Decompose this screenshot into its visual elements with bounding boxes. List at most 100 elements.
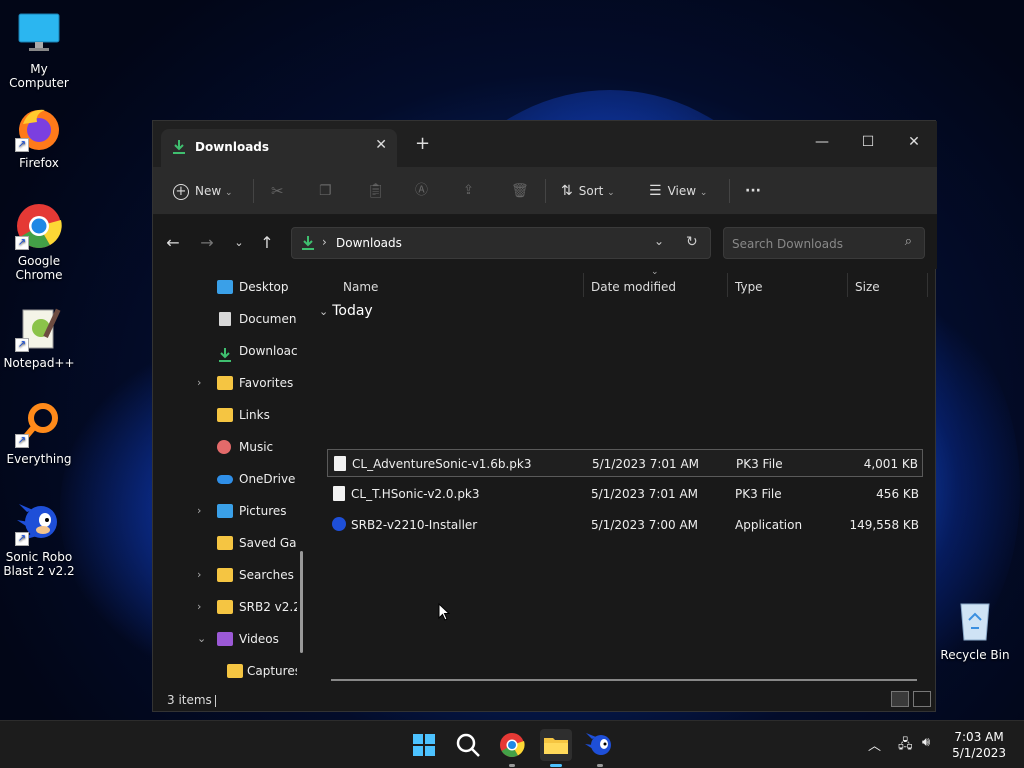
desktop-icon-label: Sonic Robo Blast 2 v2.2 <box>3 550 75 578</box>
view-button[interactable]: ☰ View ⌄ <box>649 179 707 203</box>
clock[interactable]: 7:03 AM 5/1/2023 <box>952 729 1006 761</box>
sidebar-item-label: Pictures <box>239 504 287 518</box>
view-icon: ☰ <box>649 183 662 199</box>
chrome-icon: ↗ <box>15 202 63 250</box>
desktop-icon-label: Recycle Bin <box>940 648 1010 662</box>
download-icon <box>217 344 233 362</box>
desktop-icon-everything[interactable]: ↗ Everything <box>0 400 78 466</box>
address-bar[interactable]: › Downloads ⌄ ↻ <box>291 227 711 259</box>
sidebar-item-label: Music <box>239 440 274 454</box>
clock-time: 7:03 AM <box>954 730 1004 744</box>
details-view-icon[interactable] <box>891 691 909 707</box>
table-row[interactable]: CL_T.HSonic-v2.0.pk3 5/1/2023 7:01 AM PK… <box>327 480 923 508</box>
sidebar-item-desktop[interactable]: Desktop <box>153 273 303 301</box>
firefox-icon: ↗ <box>15 104 63 152</box>
view-label: View <box>667 184 697 198</box>
sonic-icon <box>332 517 346 531</box>
chevron-right-icon[interactable]: › <box>197 561 201 589</box>
search-input[interactable] <box>732 234 892 254</box>
folder-icon <box>217 376 233 390</box>
horizontal-scrollbar[interactable] <box>331 679 917 681</box>
column-header-date[interactable]: Date modified <box>591 273 676 301</box>
tab-downloads[interactable]: Downloads ✕ <box>161 129 397 167</box>
chevron-right-icon[interactable]: › <box>197 369 201 397</box>
rename-icon[interactable]: Ⓐ <box>415 179 428 203</box>
desktop-icon-srb2[interactable]: ↗ Sonic Robo Blast 2 v2.2 <box>0 498 78 578</box>
back-arrow-icon[interactable]: ← <box>163 233 183 253</box>
desktop-icon-firefox[interactable]: ↗ Firefox <box>0 104 78 170</box>
sidebar-item-links[interactable]: Links <box>153 401 303 429</box>
desktop-icon-recycle-bin[interactable]: Recycle Bin <box>936 596 1014 662</box>
more-options-icon[interactable]: ··· <box>745 179 761 203</box>
chevron-right-icon[interactable]: › <box>197 497 201 525</box>
sort-icon: ⇅ <box>561 183 573 199</box>
tiles-view-icon[interactable] <box>913 691 931 707</box>
sidebar-item-documents[interactable]: Documen <box>153 305 303 333</box>
sidebar-item-videos[interactable]: ⌄ Videos <box>153 625 303 653</box>
picture-icon <box>217 504 233 518</box>
desktop-icon-label: Everything <box>6 452 72 466</box>
desktop-icon-chrome[interactable]: ↗ Google Chrome <box>0 202 78 282</box>
column-header-size[interactable]: Size <box>855 273 880 301</box>
column-divider[interactable] <box>927 273 928 297</box>
table-row[interactable]: SRB2-v2210-Installer 5/1/2023 7:00 AM Ap… <box>327 511 923 539</box>
chevron-down-icon[interactable]: ⌄ <box>197 625 206 653</box>
sidebar-item-onedrive[interactable]: OneDrive <box>153 465 303 493</box>
breadcrumb[interactable]: Downloads <box>336 236 402 250</box>
file-size: 456 KB <box>876 487 919 501</box>
search-button[interactable] <box>452 729 484 761</box>
refresh-icon[interactable]: ↻ <box>686 234 698 250</box>
new-tab-icon[interactable]: + <box>415 133 430 154</box>
close-window-icon[interactable]: ✕ <box>891 127 937 157</box>
folder-icon <box>217 568 233 582</box>
sort-label: Sort <box>578 184 604 198</box>
taskbar-chrome[interactable] <box>496 729 528 767</box>
notepad-plus-plus-icon: ↗ <box>15 304 63 352</box>
volume-icon[interactable]: 🔊︎ <box>922 735 930 750</box>
group-header[interactable]: ⌄ Today <box>319 303 373 319</box>
up-arrow-icon[interactable]: ↑ <box>257 233 277 253</box>
sidebar-item-captures[interactable]: Captures <box>153 657 303 685</box>
desktop-icon-notepadpp[interactable]: ↗ Notepad++ <box>0 304 78 370</box>
share-icon[interactable]: ⇪ <box>463 179 474 203</box>
chevron-down-icon[interactable]: ⌄ <box>654 234 664 248</box>
minimize-icon[interactable]: — <box>799 127 845 157</box>
recent-chevron-icon[interactable]: ⌄ <box>229 233 249 253</box>
sidebar-item-pictures[interactable]: › Pictures <box>153 497 303 525</box>
sort-button[interactable]: ⇅ Sort ⌄ <box>561 179 615 203</box>
sidebar-item-downloads[interactable]: Downloac <box>153 337 303 365</box>
start-button[interactable] <box>408 729 440 761</box>
shortcut-arrow-icon: ↗ <box>15 236 29 250</box>
chevron-right-icon[interactable]: › <box>197 593 201 621</box>
column-header-type[interactable]: Type <box>735 273 763 301</box>
taskbar-srb2[interactable] <box>584 729 616 767</box>
forward-arrow-icon[interactable]: → <box>197 233 217 253</box>
network-icon[interactable]: 🖧︎ <box>898 735 913 757</box>
status-bar: 3 items <box>153 687 937 713</box>
taskbar-file-explorer[interactable] <box>540 729 572 767</box>
sidebar-item-favorites[interactable]: › Favorites <box>153 369 303 397</box>
desktop-icon-my-computer[interactable]: My Computer <box>0 10 78 90</box>
sidebar-item-srb2[interactable]: › SRB2 v2.2 <box>153 593 303 621</box>
table-row[interactable]: CL_AdventureSonic-v1.6b.pk3 5/1/2023 7:0… <box>327 449 923 477</box>
sidebar-scrollbar[interactable] <box>300 551 303 653</box>
column-divider[interactable] <box>727 273 728 297</box>
copy-icon[interactable]: ❐ <box>319 179 332 203</box>
new-button[interactable]: + New ⌄ <box>173 179 233 203</box>
delete-icon[interactable]: 🗑︎ <box>511 179 529 203</box>
sidebar-item-music[interactable]: Music <box>153 433 303 461</box>
maximize-icon[interactable]: ☐ <box>845 127 891 157</box>
tray-overflow-icon[interactable]: ︿ <box>868 735 881 754</box>
cut-icon[interactable]: ✂ <box>271 179 284 203</box>
paste-icon[interactable]: 📋︎ <box>367 179 385 203</box>
column-divider[interactable] <box>583 273 584 297</box>
file-date: 5/1/2023 7:00 AM <box>591 518 699 532</box>
close-tab-icon[interactable]: ✕ <box>375 137 387 153</box>
column-divider[interactable] <box>847 273 848 297</box>
column-header-name[interactable]: Name <box>343 273 378 301</box>
sidebar-item-saved-games[interactable]: Saved Gar <box>153 529 303 557</box>
taskbar: ︿ 🖧︎ 🔊︎ 7:03 AM 5/1/2023 <box>0 720 1024 768</box>
sidebar-item-searches[interactable]: › Searches <box>153 561 303 589</box>
folder-icon <box>544 738 568 754</box>
sidebar-item-label: Desktop <box>239 280 289 294</box>
